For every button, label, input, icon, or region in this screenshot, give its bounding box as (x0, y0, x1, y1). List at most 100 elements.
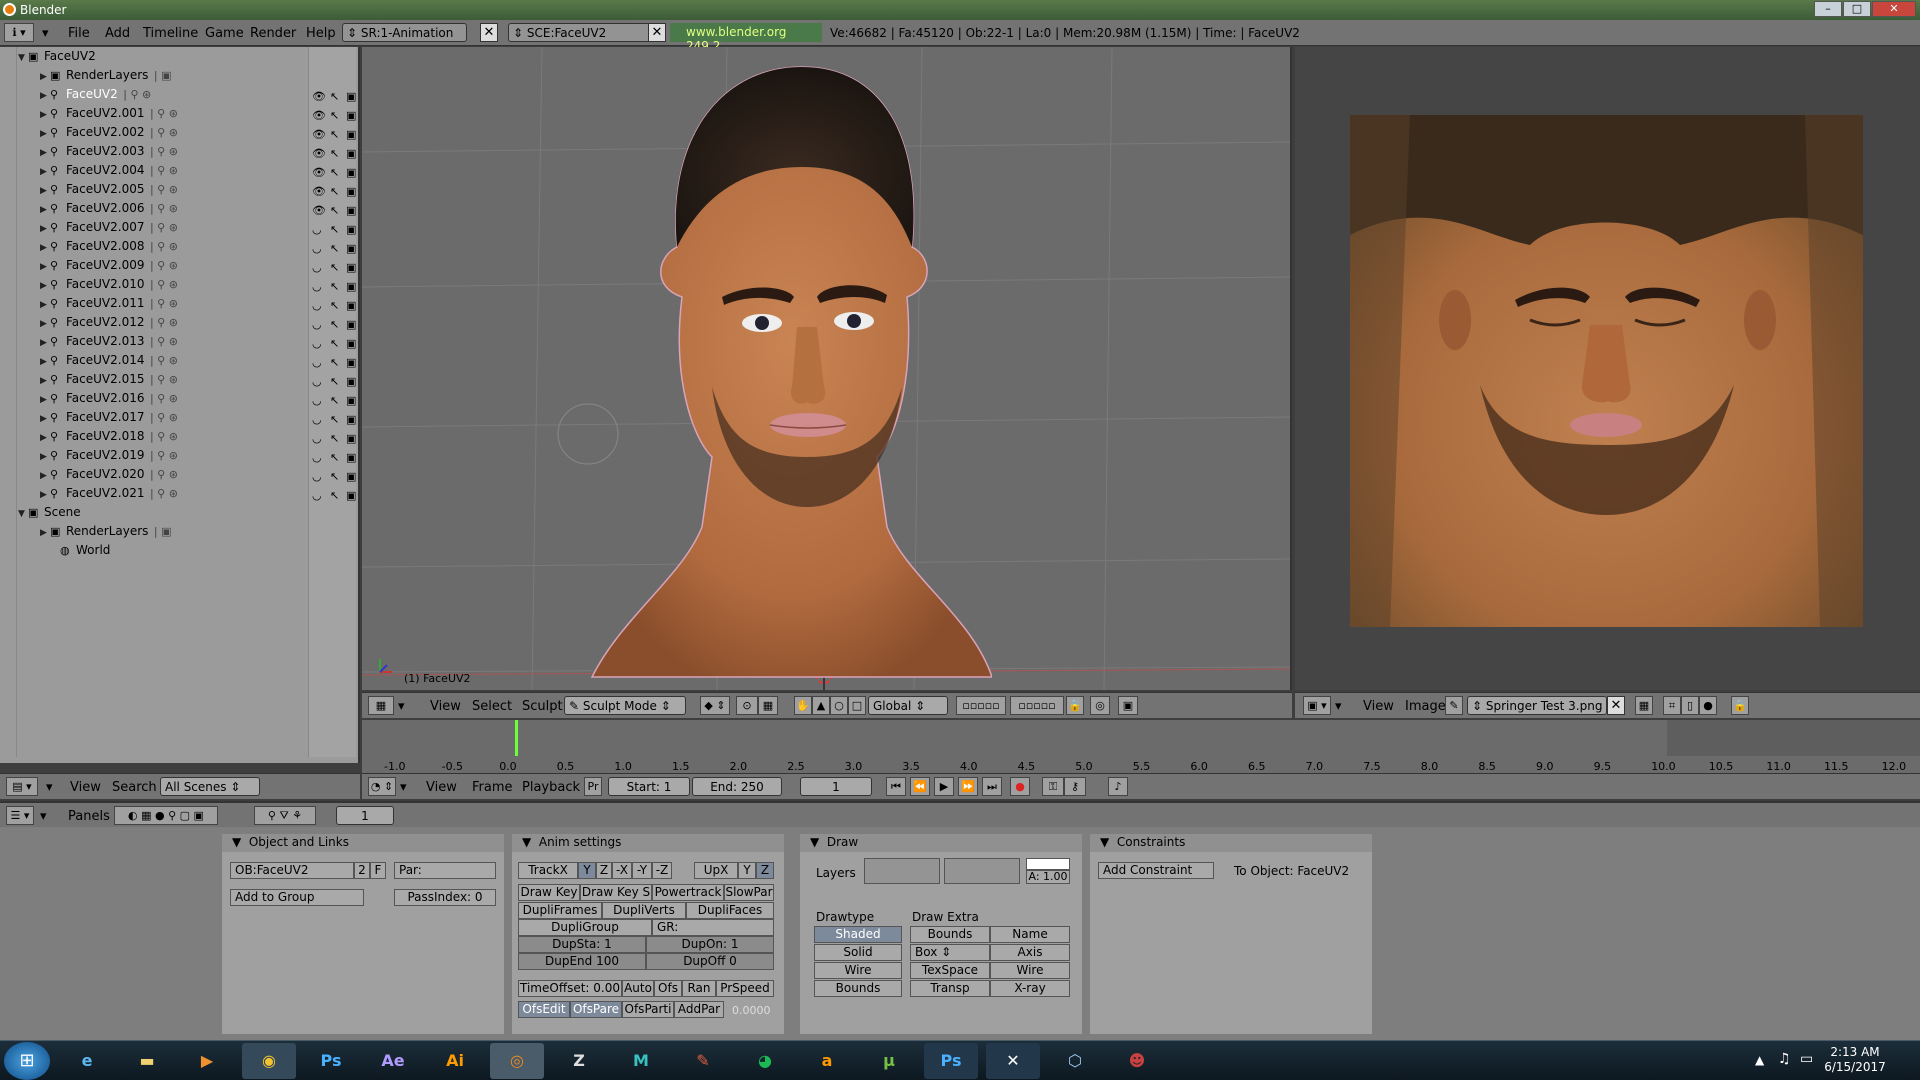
viewport-type-icon[interactable]: ▦ (368, 696, 394, 715)
outliner-object[interactable]: ▶ ⚲ FaceUV2.016 | ⚲ ⊛ ◡ ↖ ▣ (40, 391, 356, 410)
pivot-icon[interactable]: ⊙ (736, 696, 758, 715)
visibility-icon[interactable]: ◡ (312, 470, 322, 483)
image-menu[interactable]: Image (1405, 699, 1446, 714)
3d-viewport[interactable]: (1) FaceUV2 (362, 47, 1292, 690)
paint-icon[interactable]: ✎ (1445, 696, 1463, 715)
visibility-icon[interactable]: ◡ (312, 318, 322, 331)
hand-icon[interactable]: ✋ (794, 696, 812, 715)
outliner-object[interactable]: ▶ ⚲ FaceUV2.021 | ⚲ ⊛ ◡ ↖ ▣ (40, 486, 356, 505)
outliner-scene-renderlayers[interactable]: ▶ ▣ RenderLayers | ▣ (40, 524, 172, 543)
outliner-object[interactable]: ▶ ⚲ FaceUV2.012 | ⚲ ⊛ ◡ ↖ ▣ (40, 315, 356, 334)
menu-add[interactable]: Add (105, 26, 130, 41)
jump-end-icon[interactable]: ⏭ (982, 777, 1002, 796)
uv-select-icon[interactable]: ▯ (1681, 696, 1699, 715)
expand-toggle-icon[interactable]: ▶ (40, 148, 50, 158)
draw-key-button[interactable]: Draw Key (518, 884, 580, 901)
jump-start-icon[interactable]: ⏮ (886, 777, 906, 796)
outliner-object[interactable]: ▶ ⚲ FaceUV2.011 | ⚲ ⊛ ◡ ↖ ▣ (40, 296, 356, 315)
outliner-scenes-dropdown[interactable]: All Scenes ⇕ (160, 777, 260, 796)
wire-button[interactable]: Wire (990, 962, 1070, 979)
layer-buttons-a[interactable]: ▫▫▫▫▫ (956, 696, 1006, 715)
expand-toggle-icon[interactable]: ▶ (40, 414, 50, 424)
play-icon[interactable]: ▶ (934, 777, 954, 796)
renderable-icon[interactable]: ▣ (346, 375, 356, 388)
image-browse-field[interactable]: ⇕ Springer Test 3.png (1467, 696, 1607, 715)
translate-icon[interactable]: ▲ (812, 696, 830, 715)
outliner-object[interactable]: ▶ ⚲ FaceUV2.017 | ⚲ ⊛ ◡ ↖ ▣ (40, 410, 356, 429)
selectable-icon[interactable]: ↖ (330, 337, 339, 350)
expand-toggle-icon[interactable]: ▶ (40, 433, 50, 443)
visibility-icon[interactable]: ◡ (312, 451, 322, 464)
avatar-taskbar-icon[interactable]: ☻ (1110, 1043, 1164, 1079)
menu-collapse-icon[interactable]: ▾ (400, 780, 407, 795)
renderable-icon[interactable]: ▣ (346, 128, 356, 141)
record-icon[interactable]: ● (1010, 777, 1030, 796)
menu-collapse-icon[interactable]: ▾ (42, 26, 49, 41)
expand-toggle-icon[interactable]: ▶ (40, 243, 50, 253)
visibility-icon[interactable]: ◡ (312, 375, 322, 388)
xray-button[interactable]: X-ray (990, 980, 1070, 997)
dupon-field[interactable]: DupOn: 1 (646, 936, 774, 953)
tray-arrow-icon[interactable]: ▲ (1755, 1053, 1764, 1067)
renderable-icon[interactable]: ▣ (346, 299, 356, 312)
visibility-icon[interactable]: ◡ (312, 432, 322, 445)
outliner-object[interactable]: ▶ ⚲ FaceUV2 | ⚲ ⊛ 👁 ↖ ▣ (40, 87, 356, 106)
selectable-icon[interactable]: ↖ (330, 261, 339, 274)
up-y-button[interactable]: Y (738, 862, 756, 879)
renderable-icon[interactable]: ▣ (346, 90, 356, 103)
outliner-root-scene[interactable]: ▼ ▣ FaceUV2 (18, 49, 96, 68)
outliner-world[interactable]: ◍ World (50, 543, 110, 562)
renderable-icon[interactable]: ▣ (346, 147, 356, 160)
visibility-icon[interactable]: 👁 (312, 90, 326, 103)
selectable-icon[interactable]: ↖ (330, 280, 339, 293)
rotate-icon[interactable]: ○ (830, 696, 848, 715)
anim-settings-header[interactable]: ▼ Anim settings (512, 834, 784, 852)
utorrent-taskbar-icon[interactable]: µ (862, 1043, 916, 1079)
renderable-icon[interactable]: ▣ (346, 356, 356, 369)
renderable-icon[interactable]: ▣ (346, 242, 356, 255)
next-key-icon[interactable]: ⏩ (958, 777, 978, 796)
expand-toggle-icon[interactable]: ▶ (40, 205, 50, 215)
uv-face-icon[interactable]: ● (1699, 696, 1717, 715)
outliner-renderlayers[interactable]: ▶ ▣ RenderLayers | ▣ (40, 68, 172, 87)
drawtype-bounds[interactable]: Bounds (814, 980, 902, 997)
up-x-button[interactable]: UpX (694, 862, 738, 879)
selectable-icon[interactable]: ↖ (330, 356, 339, 369)
expand-toggle-icon[interactable]: ▶ (40, 224, 50, 234)
renderable-icon[interactable]: ▣ (346, 280, 356, 293)
alpha-field[interactable]: A: 1.00 (1026, 870, 1070, 884)
visibility-icon[interactable]: ◡ (312, 223, 322, 236)
track-nz-button[interactable]: -Z (652, 862, 672, 879)
expand-toggle-icon[interactable]: ▶ (40, 528, 50, 538)
dupliframes-button[interactable]: DupliFrames (518, 902, 602, 919)
sculpt-menu[interactable]: Sculpt (522, 699, 563, 714)
outliner-object[interactable]: ▶ ⚲ FaceUV2.003 | ⚲ ⊛ 👁 ↖ ▣ (40, 144, 356, 163)
menu-game[interactable]: Game (205, 26, 244, 41)
renderable-icon[interactable]: ▣ (346, 394, 356, 407)
maya-taskbar-icon[interactable]: M (614, 1043, 668, 1079)
zbrush-taskbar-icon[interactable]: Z (552, 1043, 606, 1079)
start-button[interactable]: ⊞ (4, 1042, 50, 1080)
selectable-icon[interactable]: ↖ (330, 223, 339, 236)
prspeed-button[interactable]: PrSpeed (716, 980, 774, 997)
window-type-icon[interactable]: ℹ ▾ (4, 23, 34, 42)
image-editor-type-icon[interactable]: ▣ ▾ (1303, 696, 1331, 715)
powertrack-button[interactable]: Powertrack (652, 884, 724, 901)
outliner-object[interactable]: ▶ ⚲ FaceUV2.006 | ⚲ ⊛ 👁 ↖ ▣ (40, 201, 356, 220)
up-z-button[interactable]: Z (756, 862, 774, 879)
frame-number-field[interactable]: 1 (336, 806, 394, 825)
outliner-view-menu[interactable]: View (70, 780, 101, 795)
slowpar-button[interactable]: SlowPar (724, 884, 774, 901)
track-z-button[interactable]: Z (596, 862, 612, 879)
expand-toggle-icon[interactable]: ▶ (40, 110, 50, 120)
color-swatch[interactable] (1026, 858, 1070, 870)
image-lock-icon[interactable]: 🔒 (1731, 696, 1749, 715)
selectable-icon[interactable]: ↖ (330, 299, 339, 312)
photoshop2-taskbar-icon[interactable]: Ps (924, 1043, 978, 1079)
track-x-button[interactable]: TrackX (518, 862, 578, 879)
end-frame-field[interactable]: End: 250 (692, 777, 782, 796)
buttons-type-icon[interactable]: ☰ ▾ (6, 806, 34, 825)
outliner-panel[interactable]: ▼ ▣ FaceUV2 ▶ ▣ RenderLayers | ▣ ▶ ⚲ FaceUV2 | ⚲… (0, 47, 360, 763)
visibility-icon[interactable]: ◡ (312, 489, 322, 502)
selectable-icon[interactable]: ↖ (330, 166, 339, 179)
